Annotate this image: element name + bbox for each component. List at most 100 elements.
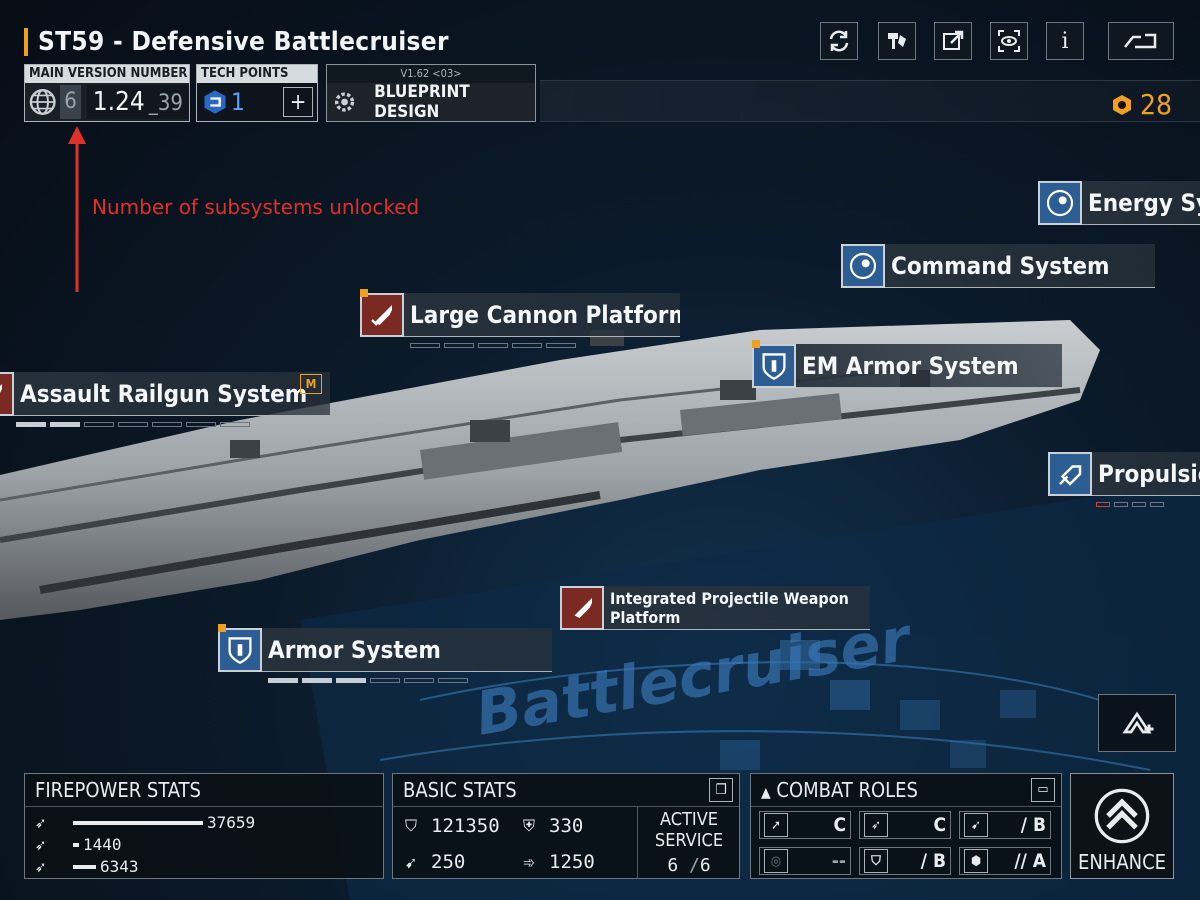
combat-roles-title: COMBAT ROLES <box>776 778 918 802</box>
propulsion-icon <box>1048 452 1092 496</box>
combat-role-strike[interactable]: ➶ C <box>859 811 951 839</box>
shell-icon <box>560 586 604 630</box>
main-version-label: MAIN VERSION NUMBER <box>25 65 189 83</box>
refresh-button[interactable] <box>820 22 858 60</box>
chevrons-up-icon <box>1094 788 1150 844</box>
subsystem-level-bar <box>1096 502 1200 507</box>
role-grade: // A <box>1014 850 1046 872</box>
main-version-box: MAIN VERSION NUMBER 6 1.24 _ 39 <box>24 64 190 122</box>
firepower-row: ➶ 1440 <box>35 835 122 854</box>
blueprint-version: V1.62 <03> <box>327 65 535 83</box>
info-icon: i <box>1061 28 1069 54</box>
role-assault-icon: ➹ <box>964 813 988 837</box>
subsystem-propulsion-label: Propulsio <box>1092 452 1200 496</box>
subsystem-level-bar <box>16 422 330 427</box>
combat-role-assault[interactable]: ➹ / B <box>959 811 1051 839</box>
new-indicator <box>752 340 760 348</box>
enhance-label: ENHANCE <box>1077 850 1167 874</box>
combat-role-support[interactable]: ◎ -- <box>759 847 851 875</box>
subsystems-unlocked-count: 6 <box>60 85 81 119</box>
subsystem-large-cannon-label: Large Cannon Platform <box>404 293 680 337</box>
role-attack-icon: ➚ <box>764 813 788 837</box>
subsystem-level-bar <box>268 678 552 683</box>
firepower-row: ➶ 37659 <box>35 813 255 832</box>
add-tech-points-button[interactable]: + <box>283 87 313 117</box>
subsystem-level-bar <box>410 343 680 348</box>
title-accent <box>24 28 28 56</box>
subsystem-command[interactable]: Command System <box>841 244 1155 288</box>
paint-button[interactable] <box>878 22 916 60</box>
firepower-bar <box>73 820 203 825</box>
combat-role-attack[interactable]: ➚ C <box>759 811 851 839</box>
tech-points-box: TECH POINTS 1 + <box>196 64 318 122</box>
globe-icon <box>29 89 56 115</box>
firepower-bar <box>73 864 96 869</box>
subsystem-large-cannon[interactable]: Large Cannon Platform <box>360 289 680 348</box>
basic-stats-title: BASIC STATS <box>403 778 517 802</box>
share-icon <box>943 30 964 50</box>
currency-icon <box>1113 94 1131 115</box>
expand-icon[interactable]: ❐ <box>709 778 733 802</box>
page-title: ST59 - Defensive Battlecruiser <box>38 27 449 57</box>
subsystem-em-armor[interactable]: EM Armor System <box>752 340 1062 388</box>
hp-icon: ⛉ <box>405 816 418 835</box>
active-service-value: 6 <box>667 855 679 876</box>
combat-role-defense[interactable]: ⛉ / B <box>859 847 951 875</box>
scan-button[interactable] <box>990 22 1028 60</box>
subsystem-integrated-projectile-label: Integrated Projectile Weapon Platform <box>604 586 870 630</box>
active-service-label: ACTIVE SERVICE <box>654 809 724 851</box>
new-indicator <box>360 289 368 297</box>
subsystem-command-label: Command System <box>885 244 1155 288</box>
shield-icon <box>218 628 262 672</box>
subsystem-assault-railgun[interactable]: Assault Railgun System M <box>0 372 330 427</box>
tag-icon[interactable]: ▭ <box>1031 778 1055 802</box>
role-grade: C <box>833 814 846 836</box>
plus-icon: + <box>289 89 307 115</box>
enhance-button[interactable]: ENHANCE <box>1070 773 1174 879</box>
upgrade-tier-button[interactable] <box>1098 694 1176 752</box>
basic-stats-panel[interactable]: BASIC STATS ❐ ⛉ 121350 ⛨ 330 ➹ 250 ➾ 1250 AC… <box>392 773 740 879</box>
subsystem-energy-label: Energy Sys <box>1082 181 1200 225</box>
subsystem-integrated-projectile[interactable]: Integrated Projectile Weapon Platform <box>560 586 870 630</box>
warp-value: 1250 <box>549 851 595 873</box>
share-button[interactable] <box>934 22 972 60</box>
refresh-icon <box>829 30 849 52</box>
subsystem-energy[interactable]: Energy Sys <box>1038 181 1200 225</box>
role-grade: / B <box>1020 814 1046 836</box>
annotation-text: Number of subsystems unlocked <box>92 195 420 219</box>
currency-value: 28 <box>1140 88 1173 121</box>
version-number: 1.24 <box>92 87 145 117</box>
subsystem-armor[interactable]: Armor System <box>218 624 552 683</box>
modified-badge: M <box>300 374 322 394</box>
combat-role-tank[interactable]: ⬢ // A <box>959 847 1051 875</box>
info-button[interactable]: i <box>1046 22 1084 60</box>
role-strike-icon: ➶ <box>864 813 888 837</box>
shell-icon <box>0 372 14 416</box>
subsystem-propulsion[interactable]: Propulsio <box>1048 452 1200 507</box>
firepower-bar <box>73 842 79 847</box>
damage-icon: ➶ <box>35 835 47 854</box>
currency-display: 28 <box>1110 88 1172 121</box>
firepower-panel[interactable]: FIREPOWER STATS ➶ 37659 ➶ 1440 ➶ 6343 <box>24 773 384 879</box>
role-grade: C <box>933 814 946 836</box>
back-button[interactable] <box>1108 22 1174 60</box>
blueprint-design-button[interactable]: V1.62 <03> BLUEPRINT DESIGN <box>326 64 536 122</box>
firepower-value: 6343 <box>100 857 139 876</box>
damage-icon: ➶ <box>35 857 47 876</box>
combat-roles-panel[interactable]: ▲ COMBAT ROLES ▭ ➚ C ➶ C ➹ / B ◎ -- ⛉ / B ⬢//… <box>750 773 1062 879</box>
scan-icon <box>998 30 1020 52</box>
warp-icon: ➾ <box>523 852 536 872</box>
back-icon <box>1124 33 1157 49</box>
firepower-value: 37659 <box>207 813 256 832</box>
firepower-title: FIREPOWER STATS <box>25 774 383 807</box>
blueprint-label: BLUEPRINT DESIGN <box>374 82 470 122</box>
annotation-arrow <box>68 126 86 292</box>
subsystem-assault-railgun-label: Assault Railgun System M <box>14 372 330 416</box>
subsystem-armor-label: Armor System <box>262 628 552 672</box>
subsystem-em-armor-label: EM Armor System <box>796 344 1062 388</box>
tech-points-value: 1 <box>231 88 245 116</box>
hp-value: 121350 <box>431 815 500 837</box>
role-defense-icon: ⛉ <box>864 849 888 873</box>
role-support-icon: ◎ <box>764 849 788 873</box>
tier-up-icon <box>1122 711 1154 734</box>
